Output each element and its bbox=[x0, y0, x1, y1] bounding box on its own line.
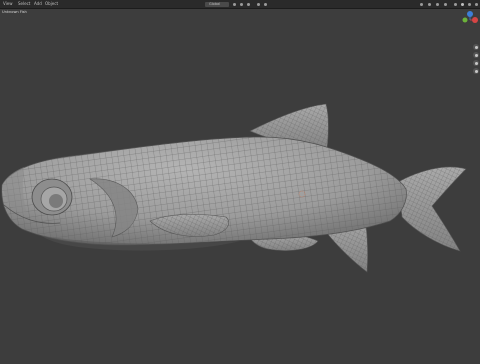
navigation-gizmo[interactable] bbox=[460, 10, 480, 40]
viewport-info-text: Unknown Fish bbox=[2, 10, 27, 14]
zoom-icon[interactable] bbox=[473, 44, 479, 50]
gizmo-toggle-icon[interactable] bbox=[428, 3, 431, 6]
menu-object[interactable]: Object bbox=[45, 1, 58, 7]
falloff-icon[interactable] bbox=[264, 3, 267, 6]
viewport-canvas bbox=[1, 103, 467, 273]
tail-fin bbox=[397, 166, 467, 252]
axis-y-icon[interactable] bbox=[462, 17, 468, 23]
proportional-edit-icon[interactable] bbox=[257, 3, 260, 6]
hand-icon[interactable] bbox=[473, 52, 479, 58]
shading-solid-icon[interactable] bbox=[461, 3, 464, 6]
overlay-icon[interactable] bbox=[436, 3, 439, 6]
blender-window: View Select Add Object Global Unknown Fi… bbox=[0, 0, 480, 360]
shading-wireframe-icon[interactable] bbox=[454, 3, 457, 6]
shading-rendered-icon[interactable] bbox=[475, 3, 478, 6]
snap-target-icon[interactable] bbox=[247, 3, 250, 6]
visibility-icon[interactable] bbox=[420, 3, 423, 6]
menu-view[interactable]: View bbox=[3, 1, 13, 7]
menu-add[interactable]: Add bbox=[34, 1, 42, 7]
menu-select[interactable]: Select bbox=[18, 1, 30, 7]
transform-orientation-dropdown[interactable]: Global bbox=[205, 2, 229, 7]
grid-icon[interactable] bbox=[473, 68, 479, 74]
orientation-label: Global bbox=[209, 2, 221, 6]
pivot-icon[interactable] bbox=[233, 3, 236, 6]
camera-icon[interactable] bbox=[473, 60, 479, 66]
viewport-header: View Select Add Object Global bbox=[0, 0, 480, 9]
fish-eye bbox=[31, 178, 73, 216]
snap-icon[interactable] bbox=[240, 3, 243, 6]
shading-material-icon[interactable] bbox=[468, 3, 471, 6]
3d-viewport[interactable] bbox=[0, 9, 480, 360]
xray-icon[interactable] bbox=[444, 3, 447, 6]
